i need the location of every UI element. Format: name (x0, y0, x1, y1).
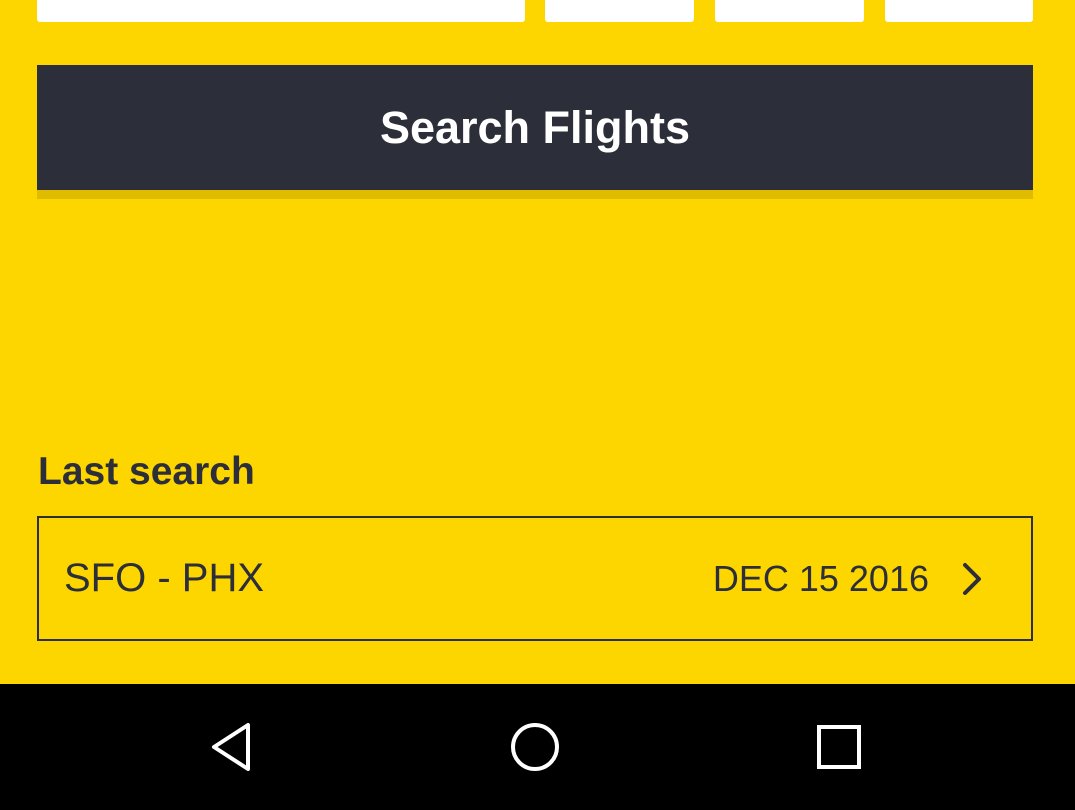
chevron-right-icon (957, 559, 987, 599)
last-search-date: DEC 15 2016 (712, 557, 929, 599)
home-circle-icon[interactable] (475, 684, 595, 810)
last-search-heading: Last search (38, 450, 255, 493)
search-flights-button[interactable]: Search Flights (37, 65, 1033, 190)
passengers-field[interactable] (715, 0, 864, 22)
destination-field[interactable] (37, 0, 525, 22)
recents-square-icon[interactable] (779, 684, 899, 810)
date-field[interactable] (545, 0, 694, 22)
flight-search-screen: Search Flights Last search SFO - PHX DEC… (0, 0, 1075, 684)
class-field[interactable] (885, 0, 1033, 22)
last-search-item[interactable]: SFO - PHX DEC 15 2016 (37, 516, 1033, 641)
system-navigation-bar (0, 684, 1075, 810)
last-search-route: SFO - PHX (64, 556, 265, 600)
back-triangle-icon[interactable] (172, 684, 292, 810)
